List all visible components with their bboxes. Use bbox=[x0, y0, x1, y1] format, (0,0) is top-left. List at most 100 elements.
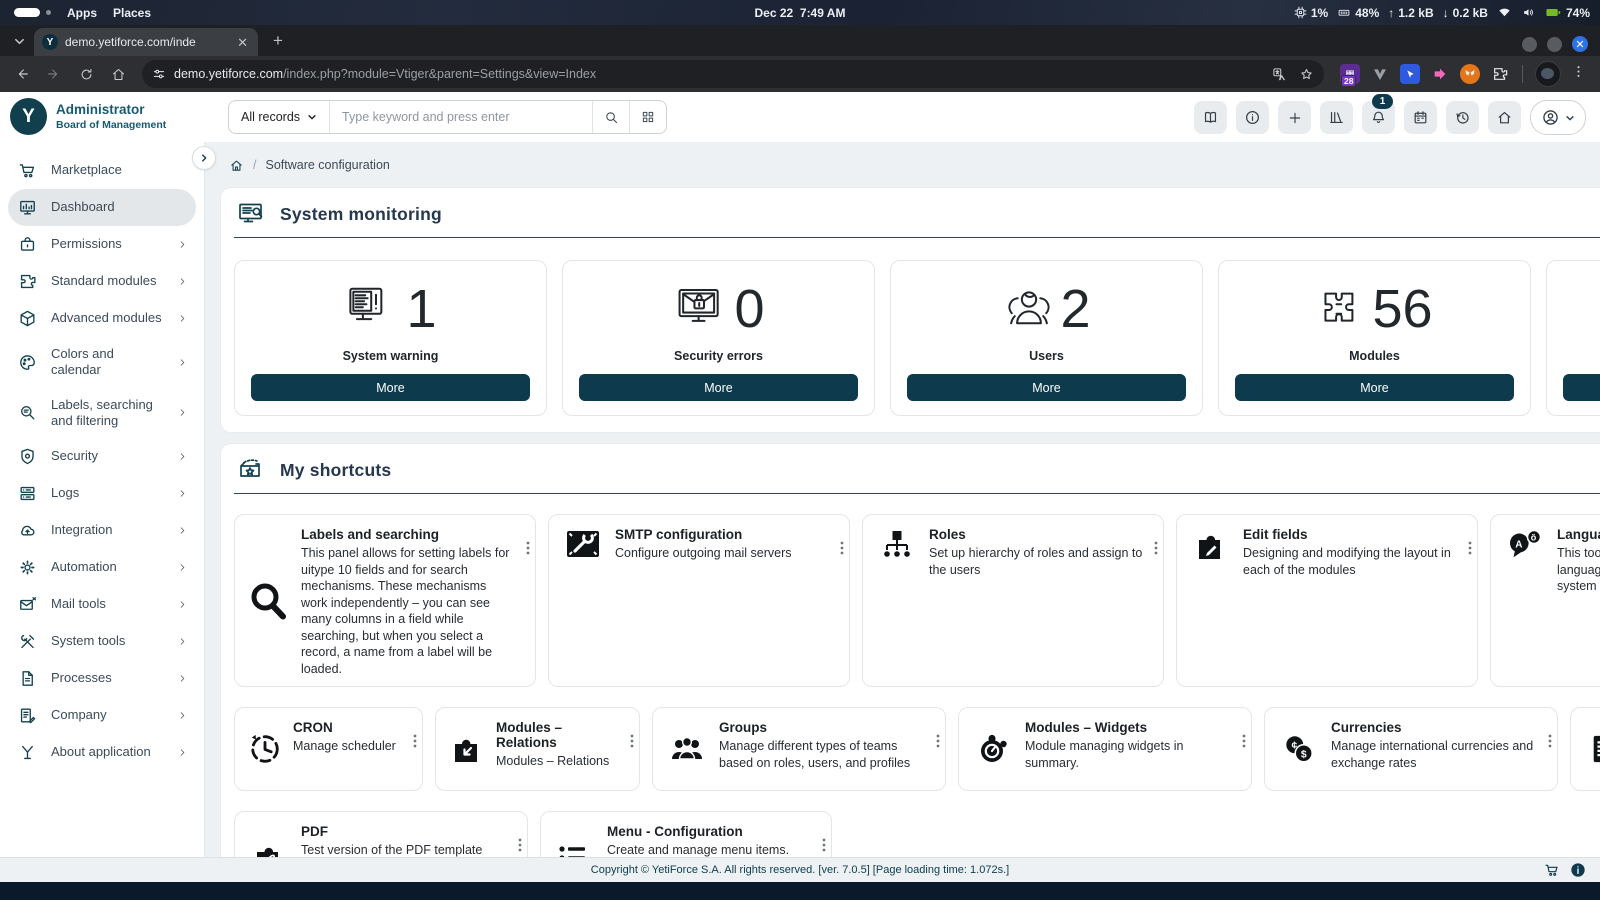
search-input[interactable] bbox=[330, 101, 592, 133]
browser-menu-icon[interactable] bbox=[1571, 64, 1586, 84]
shortcut-language-management[interactable]: Aŏ Language Management This tool helps t… bbox=[1490, 514, 1600, 687]
chevron-right-icon bbox=[177, 747, 188, 758]
shortcut-modules-widgets[interactable]: Modules – Widgets Module managing widget… bbox=[958, 707, 1252, 791]
shortcut-pdf[interactable]: PDF Test version of the PDF template con… bbox=[234, 811, 528, 858]
clock[interactable]: Dec 22 7:49 AM bbox=[755, 6, 846, 20]
monitoring-card-security-errors: 0 Security errors More bbox=[562, 260, 875, 416]
sidebar-collapse-button[interactable] bbox=[192, 146, 216, 170]
translate-icon[interactable] bbox=[1272, 67, 1287, 82]
more-button[interactable]: More bbox=[1563, 374, 1600, 401]
sidebar-item-company[interactable]: Company bbox=[8, 697, 196, 734]
shortcut-menu-configuration[interactable]: Menu - Configuration Create and manage m… bbox=[540, 811, 832, 858]
notifications-button[interactable]: 1 bbox=[1362, 101, 1395, 134]
metamask-icon[interactable] bbox=[1460, 64, 1480, 84]
window-close-button[interactable]: ✕ bbox=[1572, 36, 1588, 52]
kebab-menu-icon[interactable] bbox=[822, 838, 826, 857]
user-menu-button[interactable] bbox=[1530, 100, 1586, 135]
minimize-button[interactable] bbox=[1522, 37, 1537, 52]
plus-icon bbox=[1287, 110, 1303, 126]
site-settings-icon[interactable] bbox=[152, 67, 166, 81]
kebab-menu-icon[interactable] bbox=[1154, 541, 1158, 560]
extensions-puzzle-icon[interactable] bbox=[1490, 64, 1510, 84]
shortcut-fields-picklists[interactable]: Fields – Picklists Customize Picklist va… bbox=[1570, 707, 1600, 791]
sidebar-item-logs[interactable]: Logs bbox=[8, 475, 196, 512]
bookmark-star-icon[interactable] bbox=[1299, 67, 1314, 82]
arrow-extension-icon[interactable] bbox=[1430, 64, 1450, 84]
new-tab-button[interactable]: + bbox=[266, 29, 290, 53]
shortcut-labels-searching[interactable]: Labels and searching This panel allows f… bbox=[234, 514, 536, 687]
shortcut-cron[interactable]: CRON Manage scheduler bbox=[234, 707, 423, 791]
breadcrumb-home-icon[interactable] bbox=[229, 158, 244, 173]
places-menu[interactable]: Places bbox=[113, 6, 151, 20]
history-button[interactable] bbox=[1446, 101, 1479, 134]
kebab-menu-icon[interactable] bbox=[936, 734, 940, 753]
chevron-right-icon bbox=[177, 451, 188, 462]
kebab-menu-icon[interactable] bbox=[413, 734, 417, 753]
main-content: / Software configuration System monitori… bbox=[205, 142, 1600, 858]
knowledge-base-button[interactable] bbox=[1194, 101, 1227, 134]
sidebar-item-about[interactable]: About application bbox=[8, 734, 196, 771]
reload-button[interactable] bbox=[72, 60, 100, 88]
quick-create-button[interactable] bbox=[1278, 101, 1311, 134]
kebab-menu-icon[interactable] bbox=[840, 541, 844, 560]
apps-menu[interactable]: Apps bbox=[67, 6, 97, 20]
kebab-menu-icon[interactable] bbox=[630, 734, 634, 753]
mail-icon bbox=[18, 595, 37, 614]
search-button[interactable] bbox=[592, 101, 629, 133]
maximize-button[interactable] bbox=[1547, 37, 1562, 52]
kebab-menu-icon[interactable] bbox=[1548, 734, 1552, 753]
sidebar-item-mail-tools[interactable]: Mail tools bbox=[8, 586, 196, 623]
workspace-indicator[interactable] bbox=[14, 8, 51, 17]
tab-search-button[interactable] bbox=[6, 28, 32, 54]
calendar-button[interactable] bbox=[1404, 101, 1437, 134]
sidebar-item-processes[interactable]: Processes bbox=[8, 660, 196, 697]
sidebar-item-dashboard[interactable]: Dashboard bbox=[8, 189, 196, 226]
grid-view-button[interactable] bbox=[629, 101, 666, 133]
sidebar-item-automation[interactable]: Automation bbox=[8, 549, 196, 586]
v-extension-icon[interactable] bbox=[1370, 64, 1390, 84]
more-button[interactable]: More bbox=[1235, 374, 1514, 401]
library-button[interactable] bbox=[1320, 101, 1353, 134]
breadcrumb-page[interactable]: Software configuration bbox=[265, 158, 389, 172]
sidebar-item-marketplace[interactable]: Marketplace bbox=[8, 152, 196, 189]
profile-avatar[interactable] bbox=[1535, 61, 1561, 87]
info-button[interactable] bbox=[1236, 101, 1269, 134]
sidebar-item-permissions[interactable]: Permissions bbox=[8, 226, 196, 263]
shortcut-groups[interactable]: Groups Manage different types of teams b… bbox=[652, 707, 946, 791]
kebab-menu-icon[interactable] bbox=[518, 838, 522, 857]
more-button[interactable]: More bbox=[579, 374, 858, 401]
brand[interactable]: Y Administrator Board of Management bbox=[10, 98, 196, 135]
info-circle-icon[interactable] bbox=[1570, 862, 1586, 878]
calendar-extension-icon[interactable]: ▦28 bbox=[1340, 64, 1360, 84]
cloud-icon bbox=[18, 521, 37, 540]
search-scope-dropdown[interactable]: All records bbox=[229, 101, 330, 133]
sidebar-item-advanced-modules[interactable]: Advanced modules bbox=[8, 300, 196, 337]
forward-button[interactable] bbox=[40, 60, 68, 88]
url-bar[interactable]: demo.yetiforce.com/index.php?module=Vtig… bbox=[142, 60, 1324, 88]
shortcut-smtp[interactable]: SMTP configuration Configure outgoing ma… bbox=[548, 514, 850, 687]
shortcut-currencies[interactable]: ¢$ Currencies Manage international curre… bbox=[1264, 707, 1558, 791]
shortcut-edit-fields[interactable]: Edit fields Designing and modifying the … bbox=[1176, 514, 1478, 687]
shortcut-modules-relations[interactable]: Modules – Relations Modules – Relations bbox=[435, 707, 640, 791]
puzzle-icon bbox=[18, 272, 37, 291]
sidebar-item-standard-modules[interactable]: Standard modules bbox=[8, 263, 196, 300]
kebab-menu-icon[interactable] bbox=[1468, 541, 1472, 560]
cursor-extension-icon[interactable] bbox=[1400, 64, 1420, 84]
tab-close-icon[interactable]: ✕ bbox=[235, 34, 250, 51]
more-button[interactable]: More bbox=[907, 374, 1186, 401]
browser-tab[interactable]: Y demo.yetiforce.com/inde ✕ bbox=[34, 28, 258, 56]
sidebar-item-security[interactable]: Security bbox=[8, 438, 196, 475]
cart-icon[interactable] bbox=[1544, 862, 1560, 878]
kebab-menu-icon[interactable] bbox=[1242, 734, 1246, 753]
sidebar-item-integration[interactable]: Integration bbox=[8, 512, 196, 549]
browser-home-button[interactable] bbox=[104, 60, 132, 88]
upload-indicator: ↑ 1.2 kB bbox=[1388, 6, 1433, 20]
back-button[interactable] bbox=[8, 60, 36, 88]
shortcut-roles[interactable]: Roles Set up hierarchy of roles and assi… bbox=[862, 514, 1164, 687]
sidebar-item-colors-calendar[interactable]: Colors and calendar bbox=[8, 337, 196, 388]
kebab-menu-icon[interactable] bbox=[526, 541, 530, 560]
sidebar-item-system-tools[interactable]: System tools bbox=[8, 623, 196, 660]
sidebar-item-labels-searching[interactable]: Labels, searching and filtering bbox=[8, 388, 196, 439]
home-button[interactable] bbox=[1488, 101, 1521, 134]
more-button[interactable]: More bbox=[251, 374, 530, 401]
